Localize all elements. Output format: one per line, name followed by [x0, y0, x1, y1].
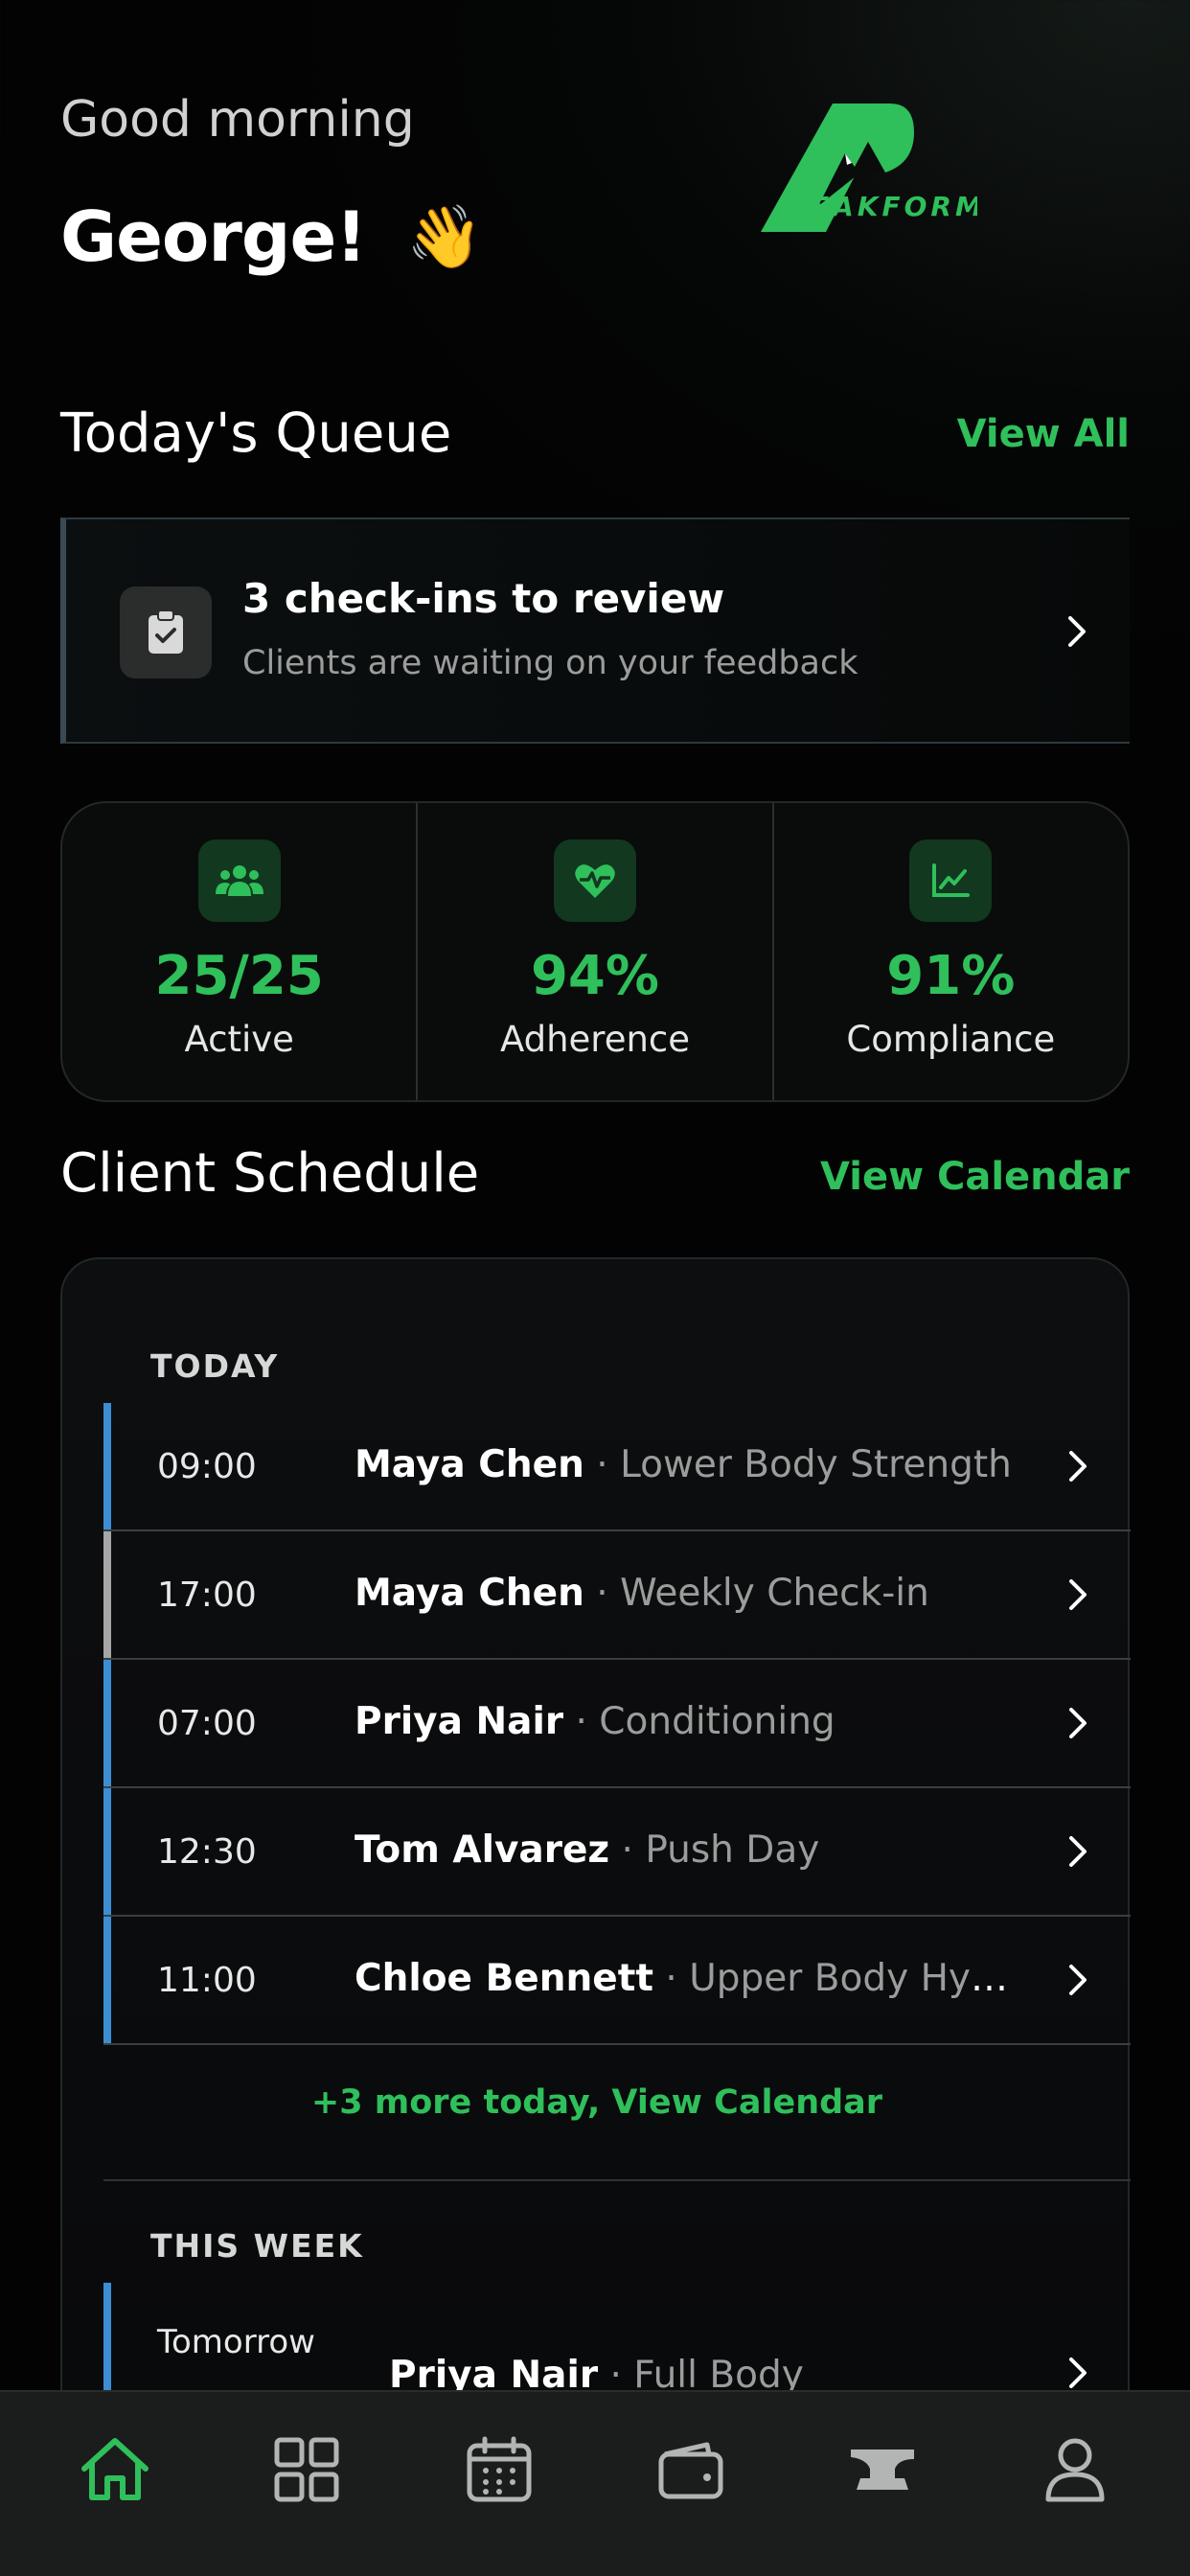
- heart-pulse-icon: [553, 840, 636, 922]
- row-time: 12:30: [157, 1832, 257, 1872]
- nav-dashboard[interactable]: [249, 2412, 364, 2527]
- row-text: Priya Nair · Conditioning: [355, 1700, 835, 1743]
- stat-adherence: 94% Adherence: [416, 803, 771, 1100]
- schedule-row[interactable]: 07:00 Priya Nair · Conditioning: [103, 1660, 1131, 1788]
- users-icon: [197, 840, 281, 922]
- queue-section-title: Today's Queue: [60, 402, 452, 465]
- row-time: Tomorrow: [157, 2323, 315, 2361]
- wave-emoji: 👋: [406, 201, 483, 273]
- clipboard-check-icon: [120, 586, 212, 678]
- row-text: Chloe Bennett · Upper Body Hypertrophy: [355, 1957, 1016, 2000]
- row-color-bar: [103, 1531, 111, 1658]
- logo-text: EAKFORM: [811, 191, 977, 222]
- stat-active: 25/25 Active: [62, 803, 416, 1100]
- view-all-link[interactable]: View All: [957, 412, 1130, 456]
- row-client-name: Priya Nair: [355, 1700, 564, 1743]
- row-client-name: Tom Alvarez: [355, 1828, 610, 1872]
- anvil-icon: [851, 2450, 915, 2490]
- row-text: Maya Chen · Weekly Check-in: [355, 1572, 929, 1615]
- schedule-row[interactable]: 17:00 Maya Chen · Weekly Check-in: [103, 1531, 1131, 1660]
- nav-programs[interactable]: [825, 2412, 940, 2527]
- today-group-label: TODAY: [150, 1347, 280, 1385]
- stat-adherence-label: Adherence: [499, 1019, 691, 1060]
- row-color-bar: [103, 1403, 111, 1530]
- nav-profile[interactable]: [1018, 2412, 1133, 2527]
- chevron-right-icon: [1064, 1702, 1092, 1748]
- row-time: 11:00: [157, 1961, 257, 2000]
- row-client-name: Chloe Bennett: [355, 1957, 654, 2000]
- view-calendar-link[interactable]: View Calendar: [820, 1155, 1130, 1199]
- stat-compliance: 91% Compliance: [771, 803, 1128, 1100]
- greeting-text: Good morning: [60, 91, 415, 149]
- row-session: Conditioning: [599, 1700, 835, 1743]
- row-session: Lower Body Strength: [620, 1443, 1012, 1486]
- nav-calendar[interactable]: [442, 2412, 557, 2527]
- wallet-icon: [658, 2442, 723, 2499]
- nav-wallet[interactable]: [633, 2412, 748, 2527]
- profile-icon: [1045, 2438, 1105, 2502]
- row-time: 17:00: [157, 1576, 257, 1615]
- row-session: Push Day: [645, 1828, 820, 1872]
- row-color-bar: [103, 1660, 111, 1786]
- chart-line-icon: [909, 840, 993, 922]
- checkins-review-card[interactable]: 3 check-ins to review Clients are waitin…: [60, 518, 1130, 744]
- more-today-link[interactable]: +3 more today, View Calendar: [62, 2083, 1132, 2122]
- row-color-bar: [103, 1917, 111, 2043]
- row-separator: ·: [584, 1443, 621, 1486]
- checkins-title: 3 check-ins to review: [242, 575, 725, 622]
- bottom-nav: [0, 2390, 1190, 2576]
- row-separator: ·: [609, 1828, 646, 1872]
- peakform-logo: EAKFORM: [757, 96, 982, 242]
- user-name-row: George! 👋: [60, 196, 483, 277]
- schedule-row[interactable]: 11:00 Chloe Bennett · Upper Body Hypertr…: [103, 1917, 1131, 2045]
- chevron-right-icon: [1064, 1959, 1092, 2005]
- schedule-row[interactable]: 12:30 Tom Alvarez · Push Day: [103, 1788, 1131, 1917]
- schedule-card: TODAY 09:00 Maya Chen · Lower Body Stren…: [60, 1257, 1132, 2576]
- row-color-bar: [103, 1788, 111, 1915]
- stat-adherence-value: 94%: [530, 945, 660, 1007]
- checkins-subtitle: Clients are waiting on your feedback: [242, 644, 858, 682]
- home-icon: [81, 2438, 149, 2500]
- row-separator: ·: [653, 1957, 690, 2000]
- grid-icon: [274, 2437, 339, 2502]
- chevron-right-icon: [1064, 1445, 1092, 1491]
- stat-active-label: Active: [184, 1019, 294, 1060]
- row-separator: ·: [584, 1572, 621, 1615]
- row-text: Maya Chen · Lower Body Strength: [355, 1443, 1012, 1486]
- user-name: George!: [60, 196, 367, 277]
- stats-panel: 25/25 Active 94% Adherence 91% Complianc…: [60, 801, 1130, 1102]
- row-time: 09:00: [157, 1447, 257, 1486]
- row-time: 07:00: [157, 1704, 257, 1743]
- week-group-label: THIS WEEK: [150, 2227, 364, 2265]
- row-text: Tom Alvarez · Push Day: [355, 1828, 819, 1872]
- stat-active-value: 25/25: [154, 945, 324, 1007]
- row-separator: ·: [563, 1700, 600, 1743]
- stat-compliance-value: 91%: [886, 945, 1016, 1007]
- nav-home[interactable]: [57, 2412, 172, 2527]
- chevron-right-icon: [1064, 1830, 1092, 1876]
- stat-compliance-label: Compliance: [846, 1019, 1056, 1060]
- calendar-icon: [467, 2436, 532, 2502]
- chevron-right-icon: [1063, 610, 1091, 656]
- chevron-right-icon: [1064, 1574, 1092, 1620]
- schedule-section-title: Client Schedule: [60, 1142, 480, 1205]
- schedule-row[interactable]: 09:00 Maya Chen · Lower Body Strength: [103, 1403, 1131, 1531]
- row-session: Weekly Check-in: [620, 1572, 929, 1615]
- row-client-name: Maya Chen: [355, 1572, 584, 1615]
- row-session: Upper Body Hypertrophy: [689, 1957, 1016, 2000]
- group-divider: [103, 2179, 1131, 2181]
- row-client-name: Maya Chen: [355, 1443, 584, 1486]
